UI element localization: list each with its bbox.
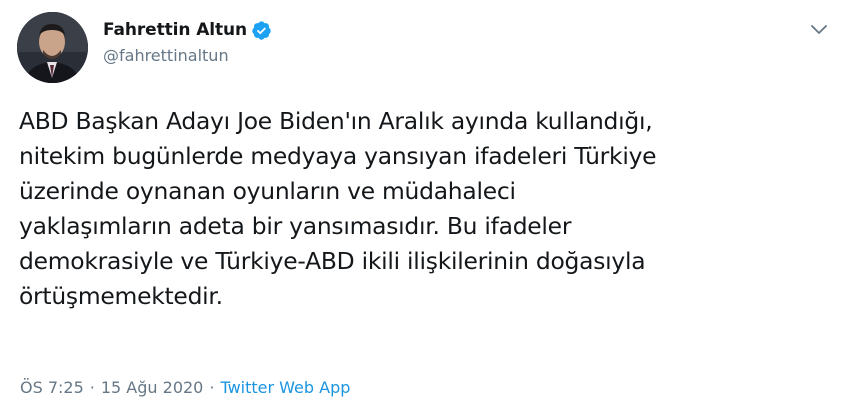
tweet-source-link[interactable]: Twitter Web App <box>220 378 350 397</box>
meta-separator: · <box>89 378 95 397</box>
name-row: Fahrettin Altun <box>103 18 272 42</box>
handle[interactable]: @fahrettinaltun <box>103 46 272 65</box>
tweet-time[interactable]: ÖS 7:25 <box>20 378 84 397</box>
tweet-card: Fahrettin Altun @fahrettinaltun ABD Başk… <box>0 0 848 417</box>
chevron-down-icon[interactable] <box>810 22 828 36</box>
tweet-text: ABD Başkan Adayı Joe Biden'ın Aralık ayı… <box>19 104 839 314</box>
meta-separator: · <box>209 378 215 397</box>
tweet-date[interactable]: 15 Ağu 2020 <box>101 378 204 397</box>
avatar[interactable] <box>17 12 88 83</box>
verified-badge-icon <box>251 20 272 41</box>
tweet-text-line: örtüşmemektedir. <box>19 282 223 310</box>
tweet-text-line: ABD Başkan Adayı Joe Biden'ın Aralık ayı… <box>19 107 653 135</box>
tweet-text-line: demokrasiyle ve Türkiye-ABD ikili ilişki… <box>19 247 646 275</box>
tweet-text-line: nitekim bugünlerde medyaya yansıyan ifad… <box>19 142 657 170</box>
tweet-text-line: yaklaşımların adeta bir yansımasıdır. Bu… <box>19 212 572 240</box>
author-block: Fahrettin Altun @fahrettinaltun <box>103 18 272 65</box>
avatar-image <box>17 12 88 83</box>
display-name[interactable]: Fahrettin Altun <box>103 20 247 40</box>
tweet-text-line: üzerinde oynanan oyunların ve müdahaleci <box>19 177 516 205</box>
tweet-meta: ÖS 7:25 · 15 Ağu 2020 · Twitter Web App <box>20 378 350 397</box>
